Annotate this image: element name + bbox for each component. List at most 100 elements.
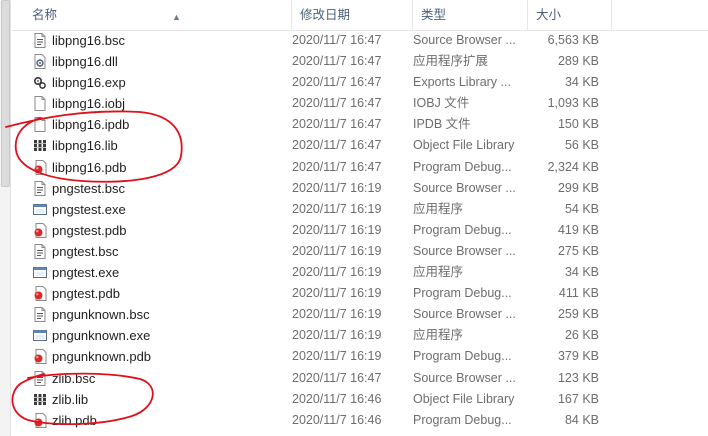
file-type: Program Debug... [413, 349, 512, 364]
file-type: Object File Library [413, 138, 515, 153]
file-type: Exports Library ... [413, 75, 511, 90]
file-type: IOBJ 文件 [413, 96, 470, 111]
file-type: Source Browser ... [413, 243, 516, 258]
file-row[interactable]: libpng16.iobj 2020/11/7 16:47 IOBJ 文件 1,093… [12, 93, 708, 114]
file-name: libpng16.lib [52, 138, 118, 154]
file-bsc-icon [33, 33, 47, 48]
file-size: 26 KB [564, 328, 599, 343]
file-modified-date: 2020/11/7 16:47 [292, 75, 382, 90]
file-exp-icon [33, 75, 47, 90]
file-size: 167 KB [557, 391, 599, 406]
file-modified-date: 2020/11/7 16:47 [292, 96, 382, 111]
file-row[interactable]: zlib.lib 2020/11/7 16:46 Object File Libra… [12, 389, 708, 410]
file-row[interactable]: pngstest.pdb 2020/11/7 16:19 Program Debug… [12, 220, 708, 241]
file-modified-date: 2020/11/7 16:47 [292, 370, 382, 385]
file-row[interactable]: pngstest.exe 2020/11/7 16:19 应用程序 54 KB [12, 199, 708, 220]
column-header-size-label: 大小 [536, 8, 562, 22]
file-bsc-icon [33, 180, 47, 196]
file-modified-date: 2020/11/7 16:19 [292, 307, 382, 322]
file-type: 应用程序扩展 [413, 54, 489, 69]
file-size: 84 KB [564, 412, 599, 427]
file-name: libpng16.bsc [52, 33, 125, 48]
file-blank-icon [33, 117, 47, 133]
file-type: Source Browser ... [413, 370, 516, 385]
sort-ascending-icon: ▲ [172, 12, 181, 22]
file-name: libpng16.pdb [52, 159, 127, 175]
file-exe-icon [33, 265, 47, 280]
file-size: 123 KB [557, 370, 599, 385]
file-row[interactable]: pngtest.bsc 2020/11/7 16:19 Source Browser… [12, 241, 708, 262]
file-modified-date: 2020/11/7 16:19 [292, 286, 382, 301]
file-type: 应用程序 [413, 265, 464, 280]
file-size: 56 KB [564, 138, 599, 153]
file-size: 54 KB [564, 201, 599, 216]
file-type: Source Browser ... [413, 180, 516, 195]
file-modified-date: 2020/11/7 16:47 [292, 54, 382, 69]
file-pdb-icon [33, 159, 47, 175]
file-modified-date: 2020/11/7 16:47 [292, 159, 382, 174]
file-row[interactable]: libpng16.pdb 2020/11/7 16:47 Program Debug… [12, 157, 708, 178]
file-name: pngtest.bsc [52, 243, 119, 259]
vertical-scrollbar[interactable] [0, 0, 11, 436]
file-row[interactable]: pngunknown.bsc 2020/11/7 16:19 Source Brow… [12, 304, 708, 325]
file-modified-date: 2020/11/7 16:47 [292, 33, 382, 47]
file-modified-date: 2020/11/7 16:46 [292, 391, 382, 406]
file-type: Object File Library [413, 391, 515, 406]
file-row[interactable]: zlib.pdb 2020/11/7 16:46 Program Debug... 8… [12, 410, 708, 431]
file-size: 411 KB [558, 286, 599, 301]
file-exe-icon [33, 328, 47, 343]
file-size: 419 KB [557, 222, 599, 237]
file-row[interactable]: zlib.bsc 2020/11/7 16:47 Source Browser ..… [12, 368, 708, 389]
file-modified-date: 2020/11/7 16:47 [292, 138, 382, 153]
column-header-date[interactable]: 修改日期 [292, 0, 413, 30]
file-name: pngunknown.exe [52, 328, 151, 344]
file-type: Program Debug... [413, 159, 512, 174]
file-size: 2,324 KB [547, 159, 599, 174]
column-header-bar: 名称 ▲ 修改日期 类型 大小 [12, 0, 708, 31]
file-dll-icon [33, 54, 47, 70]
file-size: 6,563 KB [547, 33, 599, 47]
file-modified-date: 2020/11/7 16:19 [292, 349, 382, 364]
column-header-size[interactable]: 大小 [528, 0, 612, 30]
file-size: 34 KB [564, 265, 599, 280]
file-pdb-icon [33, 286, 47, 302]
file-name: pngstest.exe [52, 201, 126, 217]
file-size: 379 KB [557, 349, 599, 364]
file-type: Source Browser ... [413, 33, 516, 47]
file-list: libpng16.bsc 2020/11/7 16:47 Source Browse… [12, 30, 708, 431]
file-row[interactable]: pngstest.bsc 2020/11/7 16:19 Source Browse… [12, 178, 708, 199]
file-modified-date: 2020/11/7 16:19 [292, 328, 382, 343]
file-row[interactable]: libpng16.ipdb 2020/11/7 16:47 IPDB 文件 150 K… [12, 114, 708, 135]
file-modified-date: 2020/11/7 16:19 [292, 180, 382, 195]
file-name: zlib.pdb [52, 412, 97, 428]
file-modified-date: 2020/11/7 16:46 [292, 412, 382, 427]
column-header-type-label: 类型 [421, 8, 447, 22]
column-header-name[interactable]: 名称 ▲ [24, 0, 292, 30]
scrollbar-thumb[interactable] [1, 0, 10, 187]
column-header-type[interactable]: 类型 [413, 0, 528, 30]
file-size: 299 KB [557, 180, 599, 195]
file-exe-icon [33, 202, 47, 217]
file-size: 275 KB [557, 243, 599, 258]
file-type: 应用程序 [413, 201, 464, 216]
file-pdb-icon [33, 222, 47, 238]
file-name: zlib.lib [52, 391, 89, 407]
file-pdb-icon [33, 412, 47, 428]
file-type: Program Debug... [413, 412, 512, 427]
file-row[interactable]: pngtest.pdb 2020/11/7 16:19 Program Debug.… [12, 283, 708, 304]
file-row[interactable]: pngunknown.pdb 2020/11/7 16:19 Program Deb… [12, 346, 708, 367]
file-row[interactable]: pngunknown.exe 2020/11/7 16:19 应用程序 26 KB [12, 325, 708, 346]
file-row[interactable]: libpng16.lib 2020/11/7 16:47 Object File L… [12, 135, 708, 156]
file-row[interactable]: libpng16.bsc 2020/11/7 16:47 Source Browse… [12, 30, 708, 51]
file-bsc-icon [33, 370, 47, 386]
file-bsc-icon [33, 307, 47, 323]
file-row[interactable]: libpng16.dll 2020/11/7 16:47 应用程序扩展 289 KB [12, 51, 708, 72]
file-lib-icon [33, 392, 47, 407]
file-name: pngtest.pdb [52, 286, 120, 302]
file-name: pngstest.pdb [52, 222, 127, 238]
file-type: 应用程序 [413, 328, 464, 343]
file-row[interactable]: libpng16.exp 2020/11/7 16:47 Exports Libra… [12, 72, 708, 93]
file-row[interactable]: pngtest.exe 2020/11/7 16:19 应用程序 34 KB [12, 262, 708, 283]
file-modified-date: 2020/11/7 16:19 [292, 265, 382, 280]
file-type: Program Debug... [413, 222, 512, 237]
